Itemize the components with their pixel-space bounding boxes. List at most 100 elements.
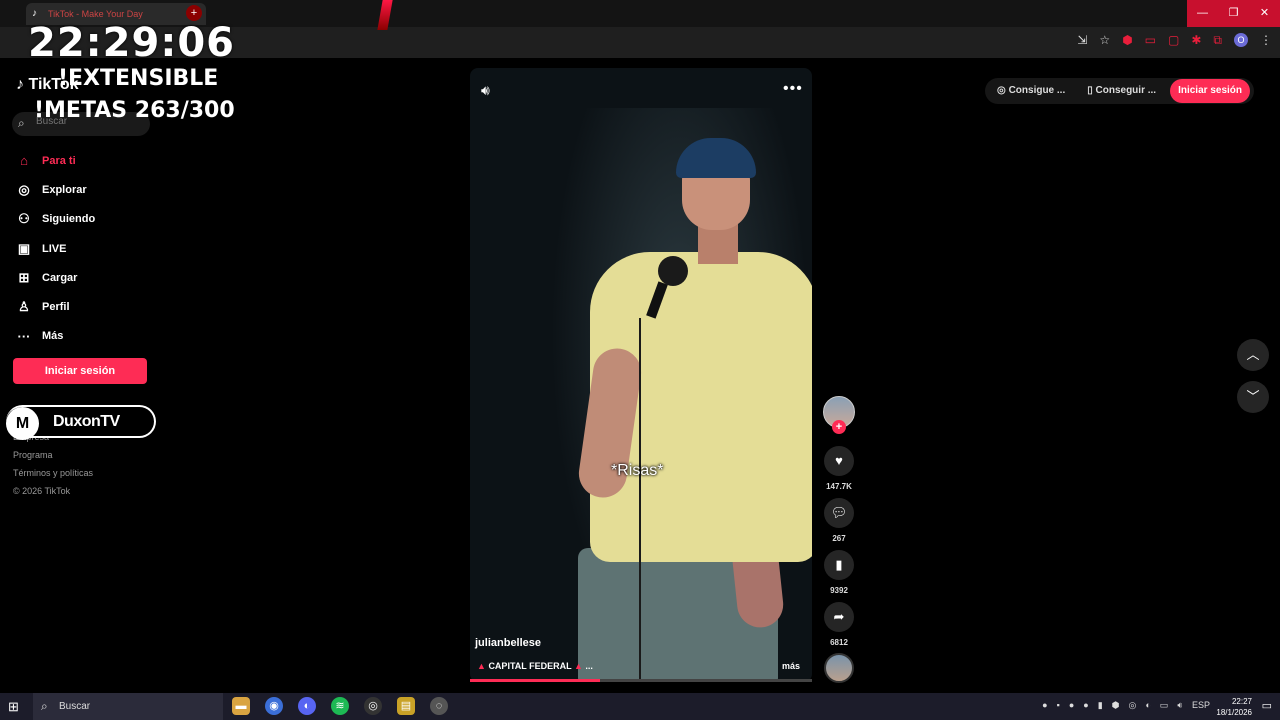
sidebar-login-button[interactable]: Iniciar sesión bbox=[13, 358, 147, 384]
sidebar-item-live[interactable]: ▣ LIVE bbox=[14, 234, 95, 263]
previous-video-button[interactable]: ︿ bbox=[1237, 339, 1269, 371]
menu-kebab-icon[interactable]: ⋮ bbox=[1260, 33, 1272, 48]
video-caption: ▲ CAPITAL FEDERAL ▲ ... bbox=[477, 661, 593, 671]
save-button[interactable]: ▮ bbox=[824, 550, 854, 580]
extension-icon[interactable]: ▢ bbox=[1168, 33, 1179, 48]
overlay-extensible: !EXTENSIBLE bbox=[58, 66, 219, 91]
search-icon: ⌕ bbox=[41, 699, 48, 713]
video-figure-neck bbox=[698, 224, 738, 264]
extension-icon[interactable]: ✱ bbox=[1191, 33, 1201, 48]
new-tab-button[interactable]: + bbox=[186, 5, 202, 21]
tray-icon[interactable]: ◐ bbox=[1145, 700, 1150, 711]
sidebar-item-perfil[interactable]: ♙ Perfil bbox=[14, 292, 95, 321]
more-caption-link[interactable]: más bbox=[782, 661, 800, 671]
discord-icon[interactable]: ◐ bbox=[298, 697, 316, 715]
sidebar-item-mas[interactable]: ··· Más bbox=[14, 322, 95, 351]
get-coins-button[interactable]: ◎ Consigue ... bbox=[989, 79, 1073, 103]
following-icon: ⚇ bbox=[18, 211, 30, 227]
microphone-tray-icon[interactable]: ▮ bbox=[1098, 700, 1103, 711]
copyright: © 2026 TikTok bbox=[13, 486, 71, 496]
overlay-metas: !METAS 263/300 bbox=[34, 98, 235, 123]
like-button[interactable]: ♥ bbox=[824, 446, 854, 476]
extension-icon[interactable]: ⬢ bbox=[1122, 33, 1132, 48]
footer-link[interactable]: Términos y políticas bbox=[13, 468, 93, 486]
streamer-logo: M bbox=[6, 407, 39, 440]
mic-icon[interactable]: ● bbox=[1042, 700, 1047, 711]
video-player[interactable] bbox=[470, 68, 812, 682]
comment-count: 267 bbox=[832, 534, 846, 543]
spotify-icon[interactable]: ≋ bbox=[331, 697, 349, 715]
system-tray: ● ▪ ● ● ▮ ⬢ ◎ ◐ ▭ 🔉︎ ESP bbox=[1042, 700, 1210, 711]
stream-decoration bbox=[377, 0, 393, 30]
steam-icon[interactable]: ◎ bbox=[1129, 700, 1137, 711]
app-icon[interactable]: ▤ bbox=[397, 697, 415, 715]
file-explorer-icon[interactable]: ▬ bbox=[232, 697, 250, 715]
close-window-button[interactable]: ✕ bbox=[1249, 0, 1280, 27]
music-disc[interactable] bbox=[824, 653, 854, 683]
heart-icon: ♥ bbox=[835, 453, 843, 468]
video-subtitle: *Risas* bbox=[611, 462, 664, 479]
taskbar-date: 18/1/2026 bbox=[1216, 708, 1252, 717]
toolbar-icons: ⇲ ☆ ⬢ ▭ ▢ ✱ ⧉ O ⋮ bbox=[1077, 33, 1272, 48]
sidebar-item-siguiendo[interactable]: ⚇ Siguiendo bbox=[14, 205, 95, 234]
more-options-icon[interactable]: ••• bbox=[783, 80, 803, 98]
minimize-button[interactable]: — bbox=[1187, 0, 1218, 27]
sidebar-item-para-ti[interactable]: ⌂ Para ti bbox=[14, 146, 95, 175]
home-icon: ⌂ bbox=[20, 153, 28, 169]
header-login-button[interactable]: Iniciar sesión bbox=[1170, 79, 1250, 103]
restore-button[interactable]: ❐ bbox=[1218, 0, 1249, 27]
notification-icon[interactable]: ▭ bbox=[1262, 699, 1272, 712]
flag-icon: ▲ bbox=[573, 661, 583, 671]
taskbar-apps: ▬ ◉ ◐ ≋ ◎ ▤ ◌ bbox=[232, 697, 448, 715]
sidebar-item-explorar[interactable]: ◎ Explorar bbox=[14, 175, 95, 204]
next-video-button[interactable]: ﹀ bbox=[1237, 381, 1269, 413]
volume-icon[interactable]: 🔊︎ bbox=[481, 82, 490, 99]
taskbar-search[interactable]: ⌕ Buscar bbox=[33, 693, 223, 720]
shield-icon[interactable]: ⬢ bbox=[1112, 700, 1120, 711]
windows-taskbar: ⊞ ⌕ Buscar ▬ ◉ ◐ ≋ ◎ ▤ ◌ ● ▪ ● ● ▮ ⬢ ◎ ◐… bbox=[0, 693, 1280, 720]
caption-text: CAPITAL FEDERAL bbox=[488, 661, 572, 671]
network-icon[interactable]: ▭ bbox=[1160, 700, 1169, 711]
live-icon: ▣ bbox=[17, 240, 31, 256]
share-button[interactable]: ➦ bbox=[824, 602, 854, 632]
obs-icon[interactable]: ◎ bbox=[364, 697, 382, 715]
taskbar-clock[interactable]: 22:27 18/1/2026 bbox=[1216, 696, 1252, 718]
profile-avatar[interactable]: O bbox=[1234, 33, 1248, 47]
share-count: 6812 bbox=[830, 638, 848, 647]
search-icon: ⌕ bbox=[18, 116, 25, 130]
extension-icon[interactable]: ⧉ bbox=[1213, 33, 1222, 48]
streamer-name: DuxonTV bbox=[53, 413, 120, 430]
sidebar-item-label: Para ti bbox=[42, 154, 76, 167]
sidebar-item-cargar[interactable]: ⊞ Cargar bbox=[14, 263, 95, 292]
video-progress-bar[interactable] bbox=[470, 679, 812, 682]
nvidia-icon[interactable]: ▪ bbox=[1057, 700, 1060, 711]
windows-start-icon[interactable]: ⊞ bbox=[8, 699, 19, 715]
app-icon[interactable]: ◌ bbox=[430, 697, 448, 715]
bookmark-icon: ▮ bbox=[835, 557, 843, 572]
comment-button[interactable]: 💬︎ bbox=[824, 498, 854, 528]
comment-icon: 💬︎ bbox=[830, 505, 848, 520]
flag-icon: ▲ bbox=[477, 661, 486, 671]
spotify-tray-icon[interactable]: ● bbox=[1083, 700, 1088, 711]
top-right-actions: ◎ Consigue ... ▯ Conseguir ... Iniciar s… bbox=[985, 78, 1254, 104]
language-indicator[interactable]: ESP bbox=[1192, 700, 1210, 711]
follow-plus-icon[interactable]: + bbox=[832, 420, 846, 434]
footer-links: Empresa Programa Términos y políticas © … bbox=[13, 432, 93, 504]
get-app-button[interactable]: ▯ Conseguir ... bbox=[1079, 79, 1164, 103]
save-count: 9392 bbox=[830, 586, 848, 595]
streamer-overlay-badge: M DuxonTV bbox=[6, 405, 156, 440]
get-app-label: Conseguir ... bbox=[1095, 85, 1157, 96]
install-app-icon[interactable]: ⇲ bbox=[1077, 33, 1087, 48]
video-author[interactable]: julianbellese bbox=[475, 637, 541, 649]
taskbar-time: 22:27 bbox=[1231, 697, 1252, 706]
microphone bbox=[658, 256, 688, 286]
mic-cable bbox=[639, 318, 641, 682]
chrome-icon[interactable]: ◉ bbox=[265, 697, 283, 715]
tab-title: TikTok - Make Your Day bbox=[48, 9, 143, 19]
footer-link[interactable]: Programa bbox=[13, 450, 93, 468]
extension-icon[interactable]: ▭ bbox=[1145, 33, 1156, 48]
volume-icon[interactable]: 🔉︎ bbox=[1177, 700, 1183, 711]
tray-icon[interactable]: ● bbox=[1069, 700, 1074, 711]
bookmark-star-icon[interactable]: ☆ bbox=[1099, 33, 1110, 48]
sidebar-item-label: Siguiendo bbox=[42, 213, 96, 226]
